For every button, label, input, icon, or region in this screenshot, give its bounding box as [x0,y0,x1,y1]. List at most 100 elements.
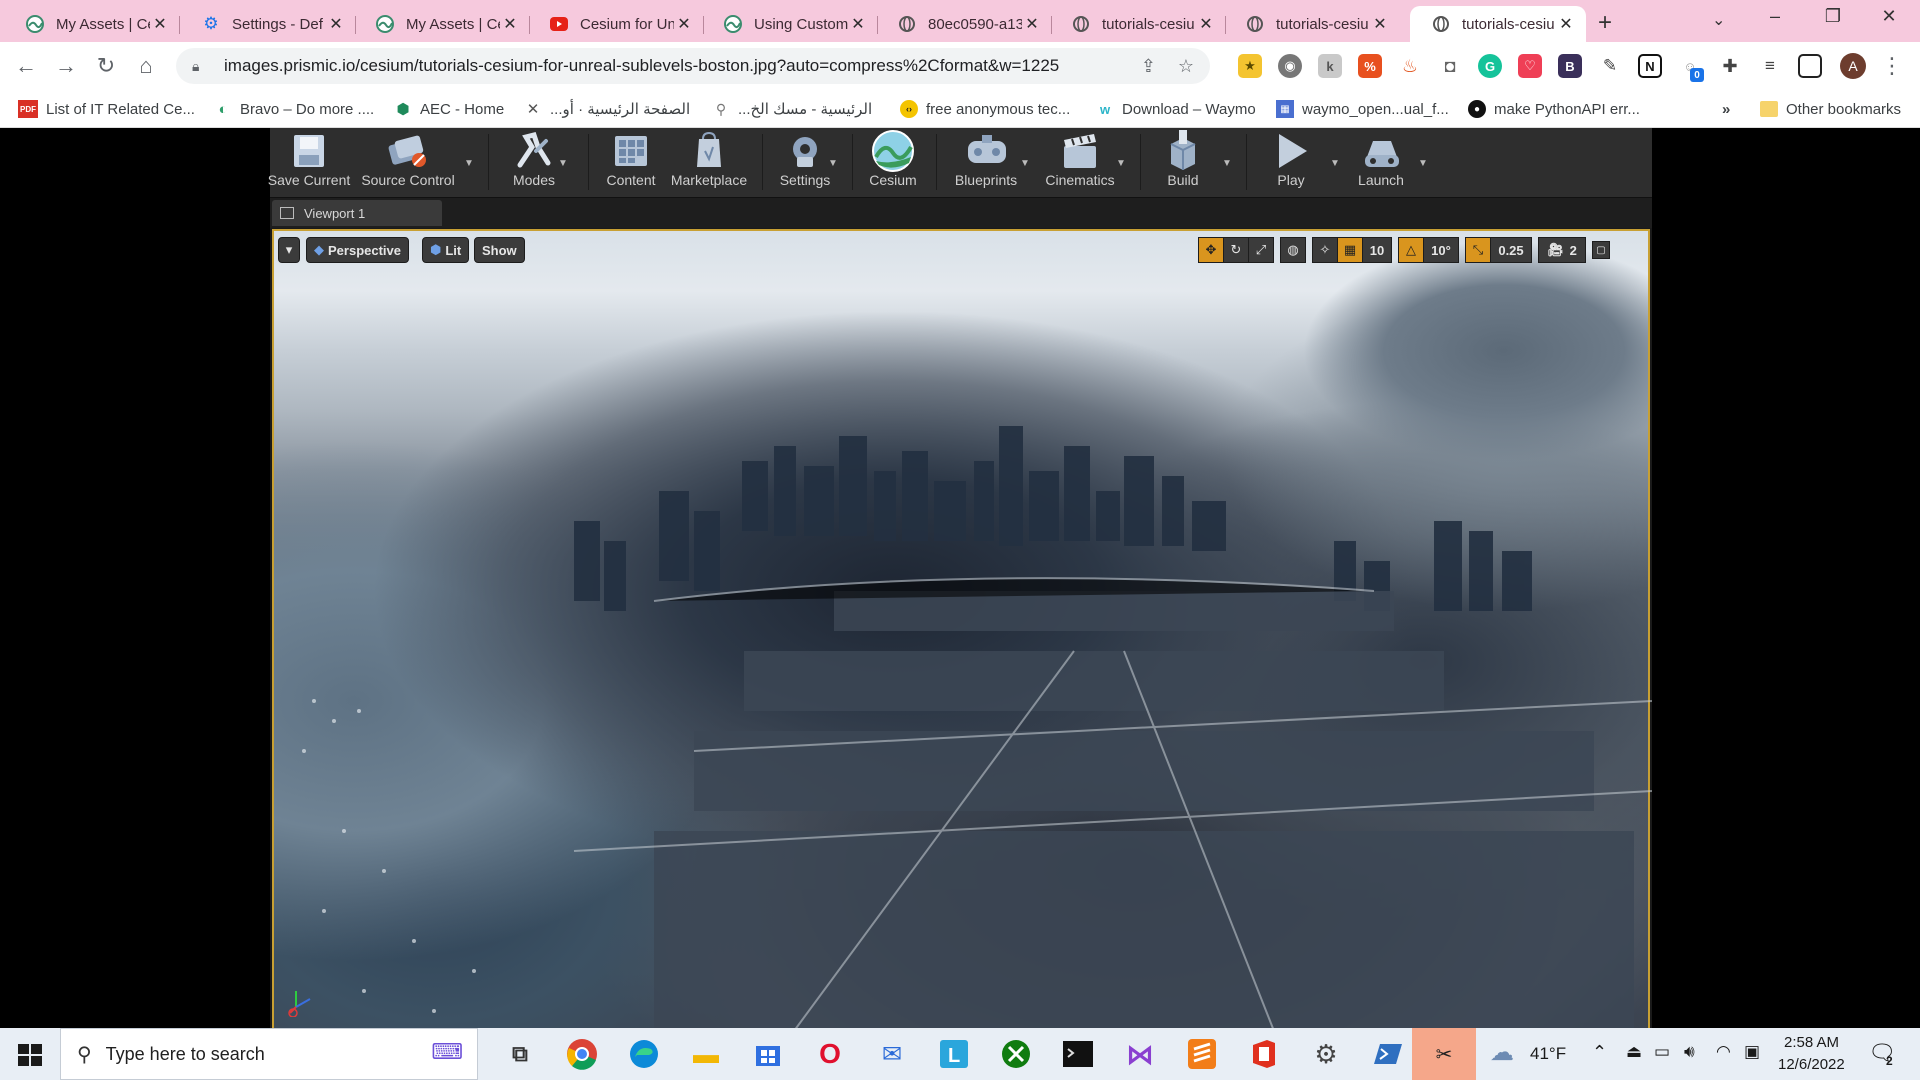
chevron-down-icon[interactable]: ▼ [828,158,838,169]
bookmark-item[interactable]: ◐ Bravo – Do more .... [214,96,374,122]
office-icon[interactable] [1244,1036,1284,1072]
scale-snap-icon[interactable]: ⤡ [1465,237,1491,263]
clock-date[interactable]: 12/6/2022 [1778,1056,1845,1073]
rotation-snap-value[interactable]: 10° [1423,237,1459,263]
bookmark-item[interactable]: ▦ waymo_open...ual_f... [1276,96,1449,122]
extension-icon[interactable]: B [1558,54,1582,78]
star-icon[interactable]: ☆ [1178,56,1194,77]
rotate-tool-icon[interactable]: ↻ [1223,237,1249,263]
extension-icon[interactable]: ◉ [1278,54,1302,78]
chevron-down-icon[interactable]: ▼ [1116,158,1126,169]
terminal-icon[interactable] [1058,1036,1098,1072]
perspective-button[interactable]: ◆ Perspective [306,237,409,263]
close-icon[interactable]: ✕ [848,14,868,34]
more-bookmarks-button[interactable]: » [1722,96,1730,122]
browser-tab[interactable]: tutorials-cesiu ✕ [1224,6,1400,42]
source-control-button[interactable]: Source Control [361,130,455,196]
file-explorer-icon[interactable]: ▬ [686,1036,726,1072]
chevron-down-icon[interactable]: ▼ [1020,158,1030,169]
notion-icon[interactable]: N [1638,54,1662,78]
display-icon[interactable]: ▣ [1744,1042,1760,1062]
back-button[interactable]: ← [12,52,40,80]
visual-studio-icon[interactable]: ⋈ [1120,1036,1160,1072]
rotation-snap-icon[interactable]: △ [1398,237,1424,263]
blueprints-button[interactable]: Blueprints [946,130,1026,196]
extension-icon[interactable]: ★ [1238,54,1262,78]
sublime-icon[interactable] [1182,1036,1222,1072]
play-button[interactable]: Play [1258,130,1324,196]
browser-tab[interactable]: My Assets | Ce ✕ [354,6,530,42]
scale-snap-value[interactable]: 0.25 [1490,237,1532,263]
chevron-down-icon[interactable]: ▼ [464,158,474,169]
content-button[interactable]: Content [598,130,664,196]
settings-gear-icon[interactable]: ⚙ [1306,1036,1346,1072]
browser-tab[interactable]: 80ec0590-a13 ✕ [876,6,1052,42]
grid-snap-icon[interactable]: ▦ [1337,237,1363,263]
save-current-button[interactable]: Save Current [268,130,350,196]
fire-icon[interactable]: ♨ [1398,54,1422,78]
extension-icon[interactable]: % [1358,54,1382,78]
snipping-tool-icon[interactable]: ✂ [1412,1028,1476,1080]
lock-icon[interactable]: 🔒︎ [192,58,208,75]
avatar[interactable]: A [1840,53,1866,79]
close-icon[interactable]: ✕ [1022,14,1042,34]
powershell-icon[interactable] [1368,1036,1408,1072]
tab-search-icon[interactable]: ⌄ [1712,10,1725,30]
modes-button[interactable]: Modes [502,130,566,196]
chevron-up-icon[interactable]: ⌃ [1592,1042,1607,1063]
close-window-button[interactable]: ✕ [1866,6,1912,27]
reload-button[interactable]: ↻ [92,52,120,80]
xbox-icon[interactable] [996,1036,1036,1072]
scale-tool-icon[interactable]: ⤢ [1248,237,1274,263]
close-icon[interactable]: ✕ [326,14,346,34]
camera-speed-button[interactable]: 🎥︎ 2 [1538,237,1586,263]
task-view-icon[interactable]: ⧉ [500,1036,540,1072]
volume-icon[interactable]: 🔊︎ [1684,1042,1695,1062]
bookmark-item[interactable]: ● make PythonAPI err... [1468,96,1640,122]
browser-tab[interactable]: ⚙ Settings - Def ✕ [180,6,356,42]
chevron-down-icon[interactable]: ▼ [1222,158,1232,169]
marketplace-button[interactable]: Marketplace [666,130,752,196]
weather-icon[interactable]: ☁ [1490,1038,1514,1067]
browser-tab[interactable]: My Assets | Ce ✕ [4,6,180,42]
wifi-icon[interactable]: ◠ [1716,1042,1731,1062]
minimize-button[interactable]: – [1752,6,1798,27]
forward-button[interactable]: → [52,52,80,80]
chevron-down-icon[interactable]: ▼ [1330,158,1340,169]
bookmark-item[interactable]: ⚲ الرئيسية - مسك الخ... [712,96,872,122]
weather-temp[interactable]: 41°F [1530,1044,1566,1064]
browser-tab[interactable]: Using Custom ✕ [702,6,878,42]
opera-icon[interactable]: O [810,1036,850,1072]
close-icon[interactable]: ✕ [674,14,694,34]
battery-icon[interactable]: ▭ [1654,1042,1670,1062]
pocket-icon[interactable]: ♡ [1518,54,1542,78]
bookmark-item[interactable]: ⬢ AEC - Home [394,96,504,122]
windows-start-icon[interactable] [12,1042,48,1068]
close-icon[interactable]: ✕ [150,14,170,34]
clock-time[interactable]: 2:58 AM [1784,1034,1839,1051]
cinematics-button[interactable]: Cinematics [1036,130,1124,196]
close-icon[interactable]: ✕ [1556,14,1576,34]
grammarly-icon[interactable]: G [1478,54,1502,78]
translate-tool-icon[interactable]: ✥ [1198,237,1224,263]
media-control-icon[interactable]: ≡ [1758,54,1782,78]
bookmark-item[interactable]: PDF List of IT Related Ce... [18,96,195,122]
browser-tab[interactable]: tutorials-cesiu ✕ [1050,6,1226,42]
bookmark-item[interactable]: ‹› free anonymous tec... [900,96,1070,122]
show-button[interactable]: Show [474,237,525,263]
restore-button[interactable]: ❐ [1810,6,1856,27]
l-app-icon[interactable]: L [934,1036,974,1072]
close-icon[interactable]: ✕ [1370,14,1390,34]
launch-button[interactable]: Launch [1348,130,1414,196]
home-button[interactable]: ⌂ [132,52,160,80]
chrome-icon[interactable] [562,1036,602,1072]
bookmark-item[interactable]: w Download – Waymo [1096,96,1256,122]
share-icon[interactable]: ⇪ [1141,56,1156,77]
new-tab-button[interactable]: + [1598,9,1612,37]
taskbar-search-input[interactable]: ⚲ Type here to search ⌨ [60,1028,478,1080]
eyedropper-icon[interactable]: ✎ [1598,54,1622,78]
usb-icon[interactable]: ⏏ [1626,1042,1642,1062]
chevron-down-icon[interactable]: ▼ [558,158,568,169]
menu-icon[interactable]: ⋮ [1878,52,1906,80]
viewport-3d-scene[interactable]: ▾ ◆ Perspective ⬢ Lit Show ✥ ↻ ⤢ ◍ ✧ ▦ 1… [272,229,1652,1028]
